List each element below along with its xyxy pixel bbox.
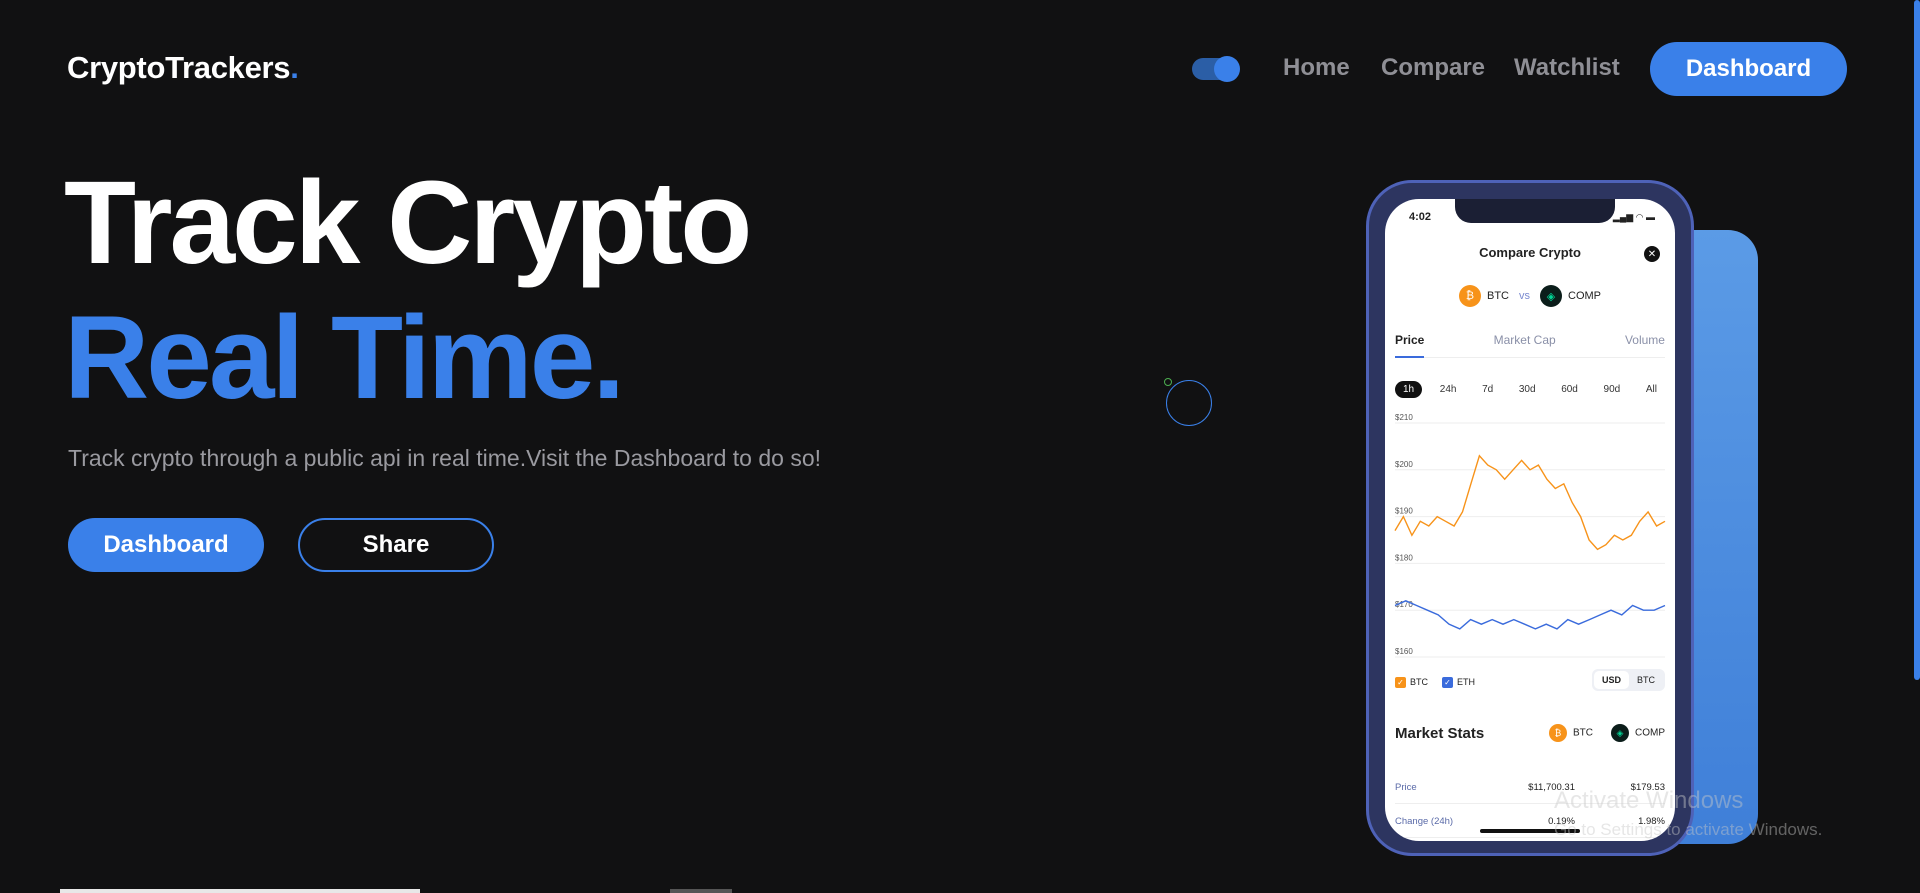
phone-screen: 4:02 ▂▄▆ ◠ ▬ Compare Crypto ✕ ₿ BTC vs ◈ C… <box>1385 199 1675 841</box>
y-tick-label: $160 <box>1395 647 1413 656</box>
y-tick-label: $200 <box>1395 460 1413 469</box>
series-line-eth <box>1394 600 1666 630</box>
activate-windows-title: Activate Windows <box>1554 787 1744 814</box>
phone-mockup: 4:02 ▂▄▆ ◠ ▬ Compare Crypto ✕ ₿ BTC vs ◈ C… <box>1366 180 1694 856</box>
stats-coin2: ◈ COMP <box>1611 724 1665 742</box>
stats-coin1-label: BTC <box>1573 727 1593 739</box>
range-60d[interactable]: 60d <box>1553 381 1586 398</box>
nav-link-watchlist[interactable]: Watchlist <box>1514 54 1620 82</box>
compound-icon: ◈ <box>1611 724 1629 742</box>
cursor-ring-icon <box>1166 380 1212 426</box>
tab-market-cap[interactable]: Market Cap <box>1494 333 1556 347</box>
bitcoin-icon: ₿ <box>1549 724 1567 742</box>
vs-label: vs <box>1519 290 1530 302</box>
y-tick-label: $190 <box>1395 507 1413 516</box>
y-tick-label: $180 <box>1395 553 1413 562</box>
checkbox-icon: ✓ <box>1442 677 1453 688</box>
tab-volume[interactable]: Volume <box>1625 333 1665 347</box>
legend-btc-label: BTC <box>1410 677 1428 687</box>
theme-toggle[interactable] <box>1192 56 1240 82</box>
legend-eth-label: ETH <box>1457 677 1475 687</box>
stats-coin2-label: COMP <box>1635 727 1665 739</box>
currency-usd[interactable]: USD <box>1593 671 1629 689</box>
hero-title-line1: Track Crypto <box>64 157 752 289</box>
chart-tabs: Price Market Cap Volume <box>1395 333 1665 358</box>
scrollbar[interactable] <box>1914 0 1920 893</box>
legend-btc[interactable]: ✓ BTC <box>1395 677 1428 688</box>
range-24h[interactable]: 24h <box>1432 381 1465 398</box>
nav-dashboard-button[interactable]: Dashboard <box>1650 42 1847 96</box>
range-selector: 1h 24h 7d 30d 60d 90d All <box>1395 381 1665 398</box>
hero-subtitle: Track crypto through a public api in rea… <box>68 445 822 471</box>
tab-price[interactable]: Price <box>1395 333 1425 358</box>
range-90d[interactable]: 90d <box>1596 381 1629 398</box>
compound-icon: ◈ <box>1540 285 1562 307</box>
range-all[interactable]: All <box>1638 381 1665 398</box>
range-1h[interactable]: 1h <box>1395 381 1423 398</box>
currency-btc[interactable]: BTC <box>1629 671 1663 689</box>
logo-text: CryptoTrackers <box>67 50 291 85</box>
coin-compare-row: ₿ BTC vs ◈ COMP <box>1385 285 1675 307</box>
market-stats-coins: ₿ BTC ◈ COMP <box>1549 724 1665 742</box>
range-30d[interactable]: 30d <box>1511 381 1544 398</box>
close-icon[interactable]: ✕ <box>1644 246 1660 262</box>
logo-dot: . <box>290 50 299 85</box>
coin1-label: BTC <box>1487 289 1509 302</box>
price-chart: $210$200$190$180$170$160 <box>1394 413 1666 658</box>
y-tick-label: $210 <box>1395 413 1413 422</box>
coin1[interactable]: ₿ BTC <box>1459 285 1509 307</box>
activate-windows-subtitle: Go to Settings to activate Windows. <box>1554 820 1823 839</box>
bitcoin-icon: ₿ <box>1459 285 1481 307</box>
legend-eth[interactable]: ✓ ETH <box>1442 677 1475 688</box>
phone-time: 4:02 <box>1409 211 1432 223</box>
dashboard-button[interactable]: Dashboard <box>68 518 264 572</box>
bottom-indicator <box>670 889 732 893</box>
checkbox-icon: ✓ <box>1395 677 1406 688</box>
nav-link-compare[interactable]: Compare <box>1381 54 1485 82</box>
stats-coin1: ₿ BTC <box>1549 724 1593 742</box>
nav-link-home[interactable]: Home <box>1283 54 1350 82</box>
bottom-indicator <box>60 889 420 893</box>
phone-notch <box>1455 199 1615 223</box>
cursor-dot-icon <box>1164 378 1172 386</box>
coin2-label: COMP <box>1568 289 1601 302</box>
stat-label: Price <box>1395 782 1417 793</box>
scrollbar-thumb[interactable] <box>1914 0 1920 680</box>
currency-toggle: USD BTC <box>1591 669 1665 691</box>
coin2[interactable]: ◈ COMP <box>1540 285 1601 307</box>
hero-title-line2: Real Time. <box>64 292 625 424</box>
chart-legend: ✓ BTC ✓ ETH <box>1395 677 1475 688</box>
range-7d[interactable]: 7d <box>1474 381 1501 398</box>
brand-logo[interactable]: CryptoTrackers. <box>67 50 299 86</box>
market-stats-header: Market Stats ₿ BTC ◈ COMP <box>1395 724 1665 742</box>
market-stats-title: Market Stats <box>1395 724 1485 742</box>
toggle-knob <box>1214 56 1240 82</box>
compare-title: Compare Crypto <box>1479 245 1581 260</box>
share-button[interactable]: Share <box>298 518 494 572</box>
stat-label: Change (24h) <box>1395 816 1454 827</box>
signal-wifi-battery-icon: ▂▄▆ ◠ ▬ <box>1612 212 1655 222</box>
